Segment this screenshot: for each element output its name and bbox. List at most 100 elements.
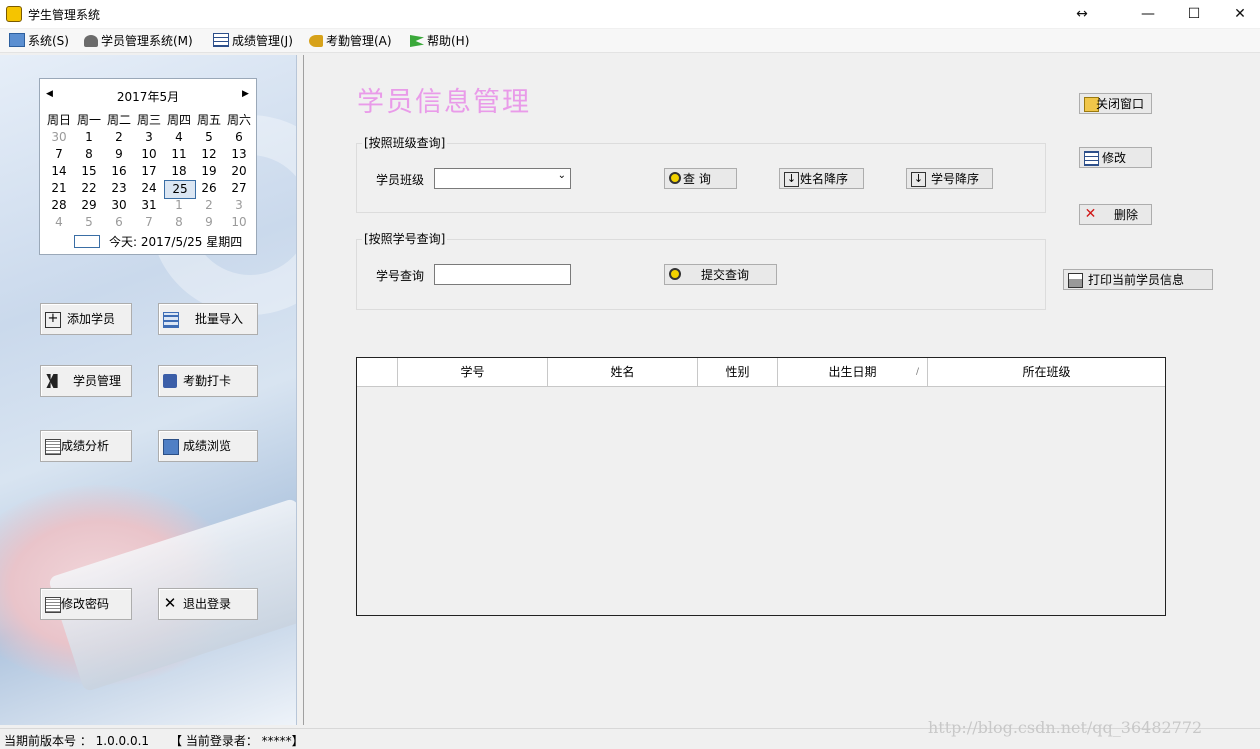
resize-icon[interactable]: ↔ [1059, 0, 1105, 28]
calendar-day[interactable]: 9 [194, 214, 224, 231]
column-header-birthdate[interactable]: 出生日期 ∕ [778, 358, 928, 387]
calendar-day[interactable]: 5 [74, 214, 104, 231]
class-select[interactable]: ⌄ [434, 168, 571, 189]
class-query-group-title: [按照班级查询] [362, 134, 448, 151]
name-desc-button[interactable]: ↓ 姓名降序 [779, 168, 864, 189]
calendar-week-row: 7 8 9 10 11 12 13 [40, 146, 256, 163]
calendar-day[interactable]: 17 [134, 163, 164, 180]
calendar-day[interactable]: 29 [74, 197, 104, 214]
student-data-grid[interactable]: 学号 姓名 性别 出生日期 ∕ 所在班级 [356, 357, 1166, 616]
calendar-day[interactable]: 4 [164, 129, 194, 146]
edit-button[interactable]: 修改 [1079, 147, 1152, 168]
calendar-day[interactable]: 7 [44, 146, 74, 163]
magnifier-icon [669, 172, 681, 184]
calendar-today-link[interactable]: 今天: 2017/5/25 星期四 [109, 233, 242, 250]
attendance-button[interactable]: 考勤打卡 [158, 365, 258, 397]
menu-score[interactable]: 成绩管理(J) [213, 33, 293, 51]
menu-student-system[interactable]: 学员管理系统(M) [84, 33, 193, 51]
calendar-day[interactable]: 8 [164, 214, 194, 231]
close-window-button[interactable]: 关闭窗口 [1079, 93, 1152, 114]
calendar-day[interactable]: 27 [224, 180, 254, 197]
calendar-day[interactable]: 12 [194, 146, 224, 163]
id-desc-button[interactable]: ↓ 学号降序 [906, 168, 993, 189]
print-student-button[interactable]: 打印当前学员信息 [1063, 269, 1213, 290]
add-student-button[interactable]: + 添加学员 [40, 303, 132, 335]
calendar-day[interactable]: 18 [164, 163, 194, 180]
printer-icon [1068, 273, 1083, 288]
score-analysis-button[interactable]: 成绩分析 [40, 430, 132, 462]
calendar-day[interactable]: 3 [134, 129, 164, 146]
column-header-id[interactable]: 学号 [398, 358, 548, 387]
column-header-name[interactable]: 姓名 [548, 358, 698, 387]
chevron-down-icon: ⌄ [557, 170, 566, 181]
calendar-day[interactable]: 10 [134, 146, 164, 163]
calendar-day[interactable]: 24 [134, 180, 164, 197]
calendar-day[interactable]: 13 [224, 146, 254, 163]
column-header-gender[interactable]: 性别 [698, 358, 778, 387]
current-user-label: 【 当前登录者： *****】 [170, 734, 304, 748]
calendar-week-row: 14 15 16 17 18 19 20 [40, 163, 256, 180]
calendar-day[interactable]: 26 [194, 180, 224, 197]
calendar-day[interactable]: 9 [104, 146, 134, 163]
calendar-day[interactable]: 31 [134, 197, 164, 214]
calendar-week-row: 21 22 23 24 25 26 27 [40, 180, 256, 199]
calendar-day[interactable]: 6 [104, 214, 134, 231]
computer-icon [9, 33, 25, 47]
minimize-button[interactable]: — [1125, 0, 1171, 28]
calendar-day[interactable]: 14 [44, 163, 74, 180]
weekday-label: 周日 [46, 113, 71, 127]
calendar-day[interactable]: 8 [74, 146, 104, 163]
calendar-day[interactable]: 15 [74, 163, 104, 180]
calendar-day[interactable]: 2 [104, 129, 134, 146]
key-icon [309, 35, 323, 47]
calendar-day[interactable]: 6 [224, 129, 254, 146]
close-button[interactable]: ✕ [1217, 0, 1260, 28]
calendar-day[interactable]: 2 [194, 197, 224, 214]
delete-button[interactable]: ✕ 删除 [1079, 204, 1152, 225]
calendar-month-title[interactable]: 2017年5月 [40, 88, 256, 105]
calendar-day[interactable]: 1 [74, 129, 104, 146]
month-calendar[interactable]: ◀ 2017年5月 ▶ 周日 周一 周二 周三 周四 周五 周六 30 1 2 3 4 5… [39, 78, 257, 255]
score-browse-button[interactable]: 成绩浏览 [158, 430, 258, 462]
column-header-class[interactable]: 所在班级 [928, 358, 1165, 387]
calendar-day[interactable]: 30 [44, 129, 74, 146]
calendar-next-button[interactable]: ▶ [242, 89, 249, 99]
logout-button[interactable]: ✕ 退出登录 [158, 588, 258, 620]
arrow-down-icon: ↓ [784, 172, 799, 187]
calendar-day[interactable]: 4 [44, 214, 74, 231]
calendar-day[interactable]: 19 [194, 163, 224, 180]
app-icon [6, 6, 22, 22]
calendar-day[interactable]: 28 [44, 197, 74, 214]
student-id-input[interactable] [434, 264, 571, 285]
student-manage-button[interactable]: 学员管理 [40, 365, 132, 397]
class-label: 学员班级 [376, 173, 425, 187]
calendar-day[interactable]: 10 [224, 214, 254, 231]
query-button[interactable]: 查 询 [664, 168, 737, 189]
row-header-corner [357, 358, 398, 387]
today-marker [74, 235, 100, 248]
calendar-day[interactable]: 30 [104, 197, 134, 214]
menu-attendance[interactable]: 考勤管理(A) [309, 33, 392, 51]
calendar-day[interactable]: 5 [194, 129, 224, 146]
maximize-button[interactable]: ☐ [1171, 0, 1217, 28]
menu-help[interactable]: 帮助(H) [410, 33, 469, 51]
submit-query-button[interactable]: 提交查询 [664, 264, 777, 285]
calendar-day[interactable]: 21 [44, 180, 74, 197]
calendar-day[interactable]: 11 [164, 146, 194, 163]
users-icon [84, 35, 98, 47]
calendar-day[interactable]: 23 [104, 180, 134, 197]
menu-system[interactable]: 系统(S) [9, 33, 69, 51]
calendar-day[interactable]: 7 [134, 214, 164, 231]
calendar-day[interactable]: 3 [224, 197, 254, 214]
weekday-label: 周二 [106, 113, 131, 127]
watermark-text: http://blog.csdn.net/qq_36482772 [928, 718, 1203, 737]
batch-import-button[interactable]: 批量导入 [158, 303, 258, 335]
change-password-button[interactable]: 修改密码 [40, 588, 132, 620]
weekday-label: 周六 [226, 113, 251, 127]
calendar-day[interactable]: 22 [74, 180, 104, 197]
document-icon [45, 439, 61, 455]
calendar-day[interactable]: 16 [104, 163, 134, 180]
table-icon [1084, 151, 1099, 166]
calendar-day[interactable]: 1 [164, 197, 194, 214]
calendar-day[interactable]: 20 [224, 163, 254, 180]
